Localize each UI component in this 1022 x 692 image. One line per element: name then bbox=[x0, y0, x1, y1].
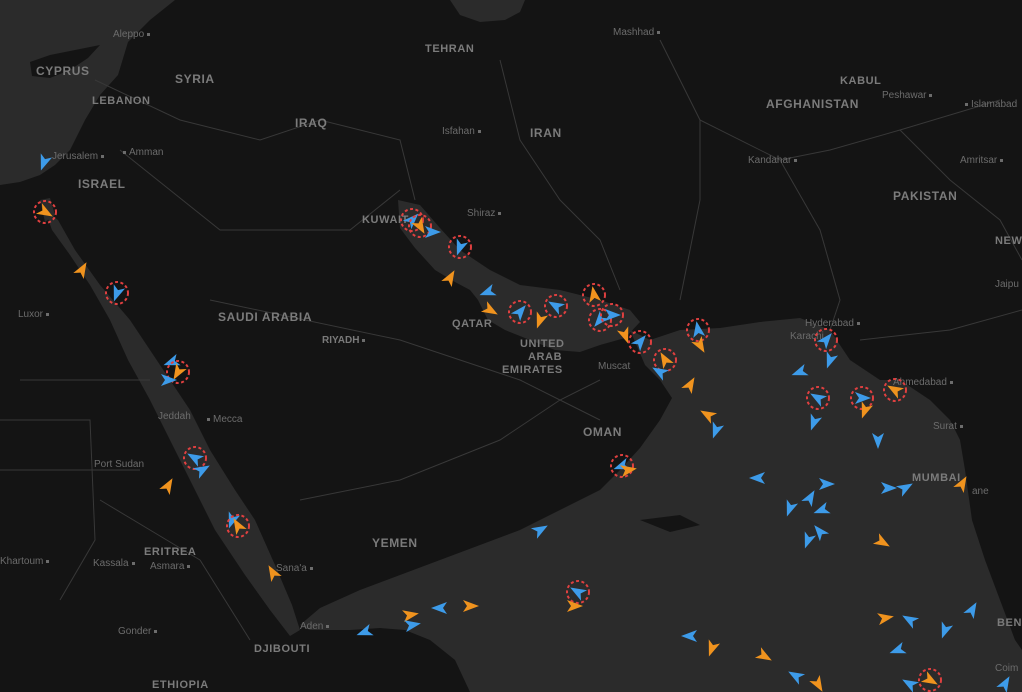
country-label: YEMEN bbox=[372, 536, 418, 550]
country-label: KABUL bbox=[840, 75, 882, 87]
city-label: Karachi bbox=[790, 331, 824, 342]
city-label: Muscat bbox=[598, 361, 631, 372]
city-label: Asmara bbox=[150, 561, 191, 572]
city-label: Kandahar bbox=[748, 155, 798, 166]
city-label: Kassala bbox=[93, 558, 135, 569]
country-label: SYRIA bbox=[175, 72, 215, 86]
city-label: Jeddah bbox=[158, 411, 191, 422]
country-label: TEHRAN bbox=[425, 43, 475, 55]
country-label: ARAB bbox=[528, 351, 563, 363]
country-label: DJIBOUTI bbox=[254, 643, 311, 655]
country-label: LEBANON bbox=[92, 95, 151, 107]
city-label: Jaipu bbox=[995, 279, 1019, 290]
country-label: MUMBAI bbox=[912, 472, 961, 484]
city-label: Isfahan bbox=[442, 126, 481, 137]
country-label: ETHIOPIA bbox=[152, 679, 209, 691]
country-label: KUWAIT bbox=[362, 214, 409, 226]
city-label: Aleppo bbox=[113, 29, 151, 40]
city-label: Surat bbox=[933, 421, 963, 432]
country-label: IRAN bbox=[530, 126, 562, 140]
city-label: Jerusalem bbox=[52, 151, 105, 162]
city-label: Amman bbox=[123, 147, 163, 158]
country-label: OMAN bbox=[583, 425, 623, 439]
city-label: Aden bbox=[300, 621, 330, 632]
city-label: Hyderabad bbox=[805, 318, 860, 329]
country-label: QATAR bbox=[452, 318, 493, 330]
country-label: ISRAEL bbox=[78, 177, 126, 191]
country-label: UNITED bbox=[520, 338, 565, 350]
city-label: Khartoum bbox=[0, 556, 50, 567]
city-label: ane bbox=[972, 486, 989, 497]
city-label: RIYADH bbox=[322, 335, 366, 346]
country-label: CYPRUS bbox=[36, 64, 90, 78]
country-label: BEN bbox=[997, 617, 1022, 629]
city-label: Mecca bbox=[207, 414, 242, 425]
country-label: IRAQ bbox=[295, 116, 328, 130]
city-label: Amritsar bbox=[960, 155, 1004, 166]
country-label: AFGHANISTAN bbox=[766, 97, 860, 111]
country-label: EMIRATES bbox=[502, 364, 563, 376]
city-label: Peshawar bbox=[882, 90, 933, 101]
country-label: SAUDI ARABIA bbox=[218, 310, 313, 324]
country-label: PAKISTAN bbox=[893, 189, 958, 203]
city-label: Gonder bbox=[118, 626, 158, 637]
city-label: Shiraz bbox=[467, 208, 502, 219]
city-label: Coim bbox=[995, 663, 1019, 674]
country-label: NEW bbox=[995, 235, 1022, 247]
city-label: Port Sudan bbox=[94, 459, 145, 470]
city-label: Mashhad bbox=[613, 27, 661, 38]
map-canvas[interactable] bbox=[0, 0, 1022, 692]
city-label: Ahmedabad bbox=[893, 377, 953, 388]
country-label: ERITREA bbox=[144, 546, 197, 558]
city-label: Islamabad bbox=[965, 99, 1017, 110]
city-label: Luxor bbox=[18, 309, 50, 320]
city-label: Sana'a bbox=[276, 563, 313, 574]
